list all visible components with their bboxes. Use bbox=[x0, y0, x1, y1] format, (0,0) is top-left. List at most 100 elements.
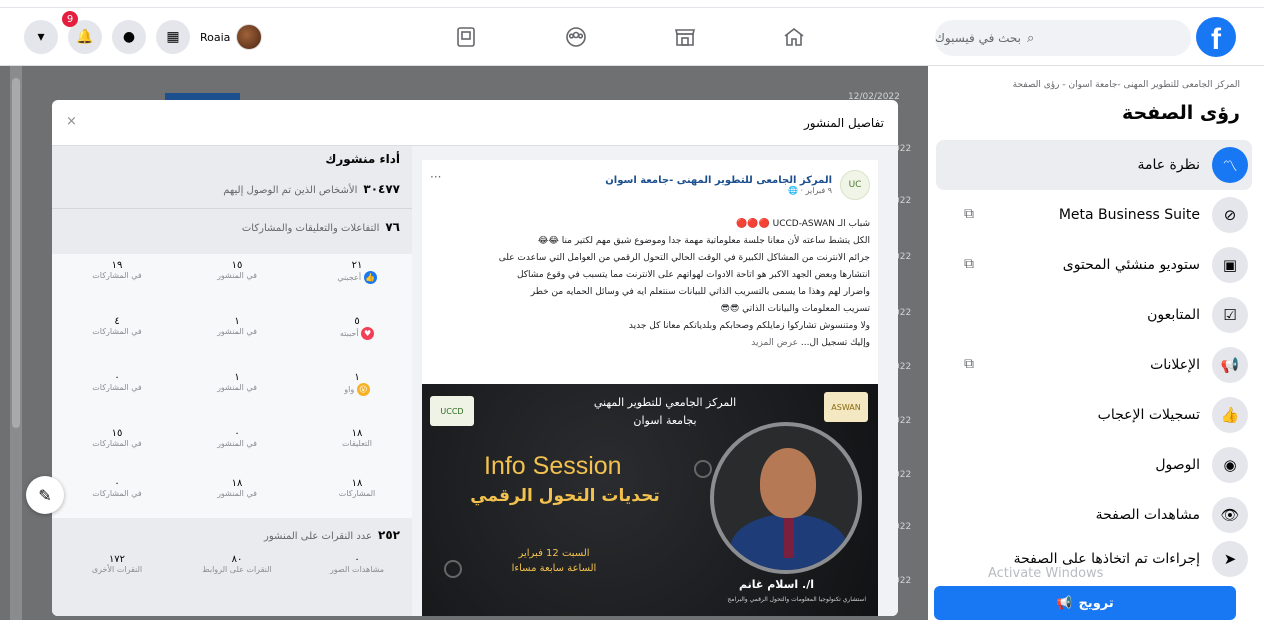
sidebar-item-business-suite[interactable]: ⊘ Meta Business Suite ⧉ bbox=[948, 190, 1264, 240]
on-post-value: ١ bbox=[234, 316, 240, 327]
page-name-link[interactable]: المركز الجامعى للتطوير المهنى -جامعة اسو… bbox=[605, 175, 832, 186]
on-shares-label: في المشاركات bbox=[92, 327, 142, 336]
notification-badge: 9 bbox=[62, 11, 78, 27]
nav-marketplace[interactable] bbox=[672, 24, 698, 50]
on-post-cell: ١ في المنشور bbox=[182, 372, 292, 392]
on-shares-cell: ٠ في المشاركات bbox=[62, 372, 172, 392]
sidebar-item-label: Meta Business Suite bbox=[1058, 207, 1200, 223]
dialog-body: أداء منشورك ٣٠٤٧٧ الأشخاص الذين تم الوصو… bbox=[52, 146, 898, 616]
sidebar-item-ads[interactable]: 📢 الإعلانات ⧉ bbox=[948, 340, 1264, 390]
post-text-line: واضرار لهم وهذا ما يسمى بالتسريب الذاتي … bbox=[530, 287, 870, 297]
home-icon bbox=[784, 27, 804, 46]
reach-value: ٣٠٤٧٧ bbox=[363, 182, 400, 196]
search-input[interactable]: ⌕ بحث في فيسبوك bbox=[935, 20, 1191, 56]
clicks-stat: ٢٥٢ عدد النقرات على المنشور bbox=[264, 528, 400, 542]
reactions-breakdown-table: ٢١ 👍 أعجبني ١٥ في المنشور ١٩ في المشاركا… bbox=[52, 254, 412, 518]
gaming-icon bbox=[457, 27, 475, 47]
banner-date-line: السبت 12 فبراير bbox=[518, 548, 590, 559]
on-shares-cell: ٤ في المشاركات bbox=[62, 316, 172, 336]
sidebar-item-label: الإعلانات bbox=[1150, 357, 1200, 373]
performance-heading: أداء منشورك bbox=[325, 152, 400, 166]
sidebar-item-label: مشاهدات الصفحة bbox=[1095, 507, 1200, 523]
search-placeholder: بحث في فيسبوك bbox=[935, 31, 1022, 45]
reaction-label: واو bbox=[344, 385, 355, 394]
reaction-label: التعليقات bbox=[341, 439, 372, 448]
sidebar-item-overview[interactable]: 〽 نظرة عامة bbox=[936, 140, 1252, 190]
on-post-value: ١ bbox=[234, 372, 240, 383]
photo-views-cell: ٠ مشاهدات الصور bbox=[302, 554, 412, 574]
messenger-button[interactable]: ● bbox=[112, 20, 146, 54]
table-row: ٢١ 👍 أعجبني ١٥ في المنشور ١٩ في المشاركا… bbox=[62, 260, 412, 316]
on-post-value: ٠ bbox=[234, 428, 240, 439]
post-text-line: وإليك تسجيل ال... bbox=[798, 338, 870, 348]
nav-groups[interactable] bbox=[563, 24, 589, 50]
menu-grid-button[interactable]: ▦ bbox=[156, 20, 190, 54]
table-row: ١٨ التعليقات ٠ في المنشور ١٥ في المشاركا… bbox=[62, 428, 412, 484]
facebook-logo-letter: f bbox=[1211, 23, 1221, 56]
on-shares-label: في المشاركات bbox=[92, 383, 142, 392]
other-clicks-label: النقرات الأخرى bbox=[91, 565, 143, 574]
megaphone-icon: 📢 bbox=[1212, 347, 1248, 383]
see-more-link[interactable]: عرض المزيد bbox=[751, 338, 798, 348]
on-shares-value: ٤ bbox=[114, 316, 120, 327]
on-post-cell: ١٥ في المنشور bbox=[182, 260, 292, 280]
sidebar-item-label: ستوديو منشئي المحتوى bbox=[1062, 257, 1200, 273]
sidebar-item-page-views[interactable]: 👁 مشاهدات الصفحة bbox=[948, 490, 1264, 540]
university-logo: ASWAN bbox=[824, 392, 868, 422]
sidebar-item-creator-studio[interactable]: ▣ ستوديو منشئي المحتوى ⧉ bbox=[948, 240, 1264, 290]
uccd-logo: UCCD bbox=[430, 396, 474, 426]
facebook-logo[interactable]: f bbox=[1196, 17, 1236, 57]
post-image[interactable]: UCCD ASWAN المركز الجامعي للتطوير المهني… bbox=[422, 384, 878, 616]
reaction-total-cell: ٥ ♥ أحببته bbox=[302, 316, 412, 340]
engagement-value: ٧٦ bbox=[385, 220, 400, 234]
account-menu-button[interactable]: ▾ bbox=[24, 20, 58, 54]
banner-organization: المركز الجامعي للتطوير المهني بجامعة اسو… bbox=[570, 394, 760, 430]
nav-gaming[interactable] bbox=[453, 24, 479, 50]
reaction-total-cell: ٢١ 👍 أعجبني bbox=[302, 260, 412, 284]
reaction-total-cell: ١٨ المشاركات bbox=[302, 478, 412, 498]
link-clicks-label: النقرات على الروابط bbox=[202, 565, 272, 574]
presenter-photo bbox=[710, 422, 862, 574]
post-text-line: تسريب المعلومات والبيانات الذاتي 😎😎 bbox=[720, 304, 870, 314]
reaction-label: أحببته bbox=[339, 329, 359, 338]
banner-date-line: الساعة سابعة مساءا bbox=[511, 563, 597, 574]
sidebar-item-label: المتابعون bbox=[1147, 307, 1200, 323]
post-text-line: شباب الـ UCCD-ASWAN 🔴🔴🔴 bbox=[736, 219, 870, 229]
decorative-circle bbox=[444, 560, 462, 578]
presenter-tie bbox=[784, 518, 794, 558]
profile-shortcut[interactable]: Roaia bbox=[200, 21, 263, 53]
like-icon: 👍 bbox=[363, 271, 377, 284]
breadcrumb[interactable]: المركز الجامعى للتطوير المهنى -جامعة اسو… bbox=[1013, 80, 1240, 90]
divider bbox=[52, 208, 412, 209]
reaction-total-cell: ١٨ التعليقات bbox=[302, 428, 412, 448]
on-post-label: في المنشور bbox=[217, 327, 257, 336]
on-shares-value: ١٥ bbox=[111, 428, 123, 439]
reach-stat: ٣٠٤٧٧ الأشخاص الذين تم الوصول إليهم bbox=[223, 182, 400, 196]
on-post-label: في المنشور bbox=[217, 383, 257, 392]
engagement-label: التفاعلات والتعليقات والمشاركات bbox=[241, 223, 380, 234]
reaction-total: ٥ bbox=[354, 316, 360, 327]
sidebar-item-likes[interactable]: 👍 تسجيلات الإعجاب bbox=[948, 390, 1264, 440]
page-logo[interactable]: UC bbox=[840, 170, 870, 200]
sidebar-item-reach[interactable]: ◉ الوصول bbox=[948, 440, 1264, 490]
photo-views-label: مشاهدات الصور bbox=[329, 565, 385, 574]
page-scrollbar[interactable] bbox=[10, 66, 22, 620]
table-row: ٥ ♥ أحببته ١ في المنشور ٤ في المشاركات bbox=[62, 316, 412, 372]
engagement-stat: ٧٦ التفاعلات والتعليقات والمشاركات bbox=[242, 220, 400, 234]
chevron-down-icon: ▾ bbox=[37, 29, 45, 45]
nav-home[interactable] bbox=[781, 24, 807, 50]
compose-button[interactable]: ✎ bbox=[26, 476, 64, 514]
post-details-dialog: تفاصيل المنشور × أداء منشورك ٣٠٤٧٧ الأشخ… bbox=[52, 100, 898, 616]
sidebar-item-followers[interactable]: ☑ المتابعون bbox=[948, 290, 1264, 340]
promote-button[interactable]: ترويج 📢 bbox=[934, 586, 1236, 620]
more-options-icon[interactable]: ··· bbox=[430, 170, 441, 184]
post-text-line: جرائم الانترنت من المشاكل الكبيرة في الو… bbox=[498, 253, 870, 263]
on-post-value: ١٥ bbox=[231, 260, 243, 271]
decorative-circle bbox=[694, 460, 712, 478]
insights-sidebar: المركز الجامعى للتطوير المهنى -جامعة اسو… bbox=[928, 66, 1264, 620]
banner-org-line: بجامعة اسوان bbox=[633, 414, 697, 427]
on-shares-label: في المشاركات bbox=[92, 271, 142, 280]
scrollbar-thumb[interactable] bbox=[12, 78, 20, 428]
close-icon[interactable]: × bbox=[66, 114, 77, 129]
link-clicks-value: ٨٠ bbox=[231, 554, 243, 565]
